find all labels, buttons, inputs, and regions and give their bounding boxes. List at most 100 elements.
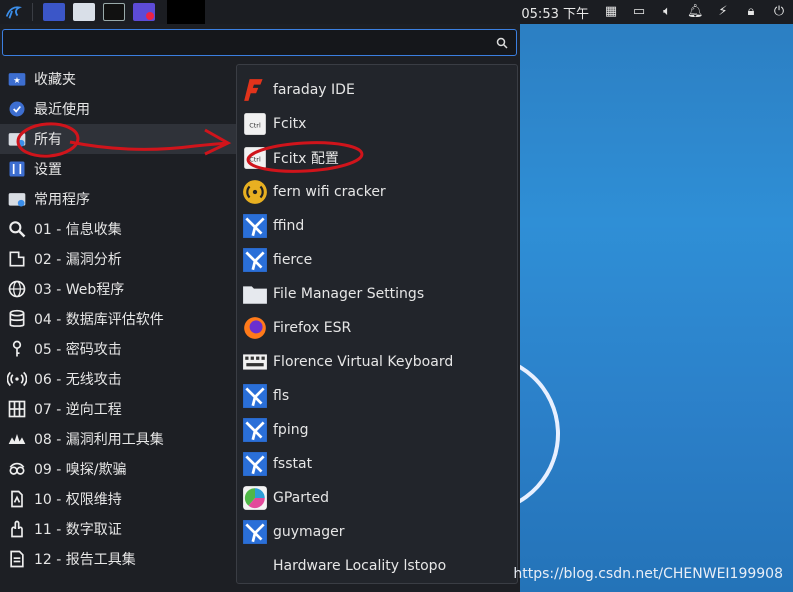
kali-logo-arc (520, 331, 583, 537)
search-bar (0, 24, 520, 64)
app-label: Firefox ESR (273, 320, 352, 336)
wireless-icon (6, 368, 28, 390)
category-label: 08 - 漏洞利用工具集 (34, 432, 164, 448)
category-item[interactable]: 设置 (0, 154, 236, 184)
star-folder-icon: ★ (6, 68, 28, 90)
key-icon (6, 338, 28, 360)
app-label: Hardware Locality lstopo (273, 558, 447, 574)
app-item[interactable]: File Manager Settings (237, 277, 517, 311)
category-item[interactable]: 11 - 数字取证 (0, 514, 236, 544)
file-manager-icon[interactable] (73, 3, 95, 21)
category-label: 03 - Web程序 (34, 282, 125, 298)
search-input[interactable] (2, 29, 517, 56)
clock[interactable]: 05:53 下午 (521, 3, 589, 22)
display-icon[interactable]: ▭ (631, 5, 647, 19)
app-label: GParted (273, 490, 329, 506)
app-label: faraday IDE (273, 82, 355, 98)
app-item[interactable]: fping (237, 413, 517, 447)
web-icon (6, 278, 28, 300)
category-item[interactable]: 01 - 信息收集 (0, 214, 236, 244)
category-item[interactable]: 所有 (0, 124, 236, 154)
app-label: Fcitx 配置 (273, 151, 339, 167)
faraday-icon (241, 76, 269, 104)
svg-text:Ctrl: Ctrl (249, 155, 261, 163)
category-label: 07 - 逆向工程 (34, 402, 122, 418)
category-label: 所有 (34, 132, 62, 148)
category-item[interactable]: 10 - 权限维持 (0, 484, 236, 514)
category-label: 12 - 报告工具集 (34, 552, 136, 568)
category-item[interactable]: ★ 收藏夹 (0, 64, 236, 94)
kali-tool-icon (241, 518, 269, 546)
desktop-background (520, 24, 793, 592)
lock-icon[interactable]: 🔒︎ (743, 5, 759, 19)
update-icon[interactable]: ⚡︎ (715, 5, 731, 19)
report-icon (6, 548, 28, 570)
screen-recorder-icon[interactable] (133, 3, 155, 21)
kali-tool-icon (241, 382, 269, 410)
category-label: 05 - 密码攻击 (34, 342, 122, 358)
forensics-icon (6, 518, 28, 540)
app-item[interactable]: GParted (237, 481, 517, 515)
all-folder-icon (6, 128, 28, 150)
app-item[interactable]: fsstat (237, 447, 517, 481)
category-item[interactable]: 最近使用 (0, 94, 236, 124)
category-item[interactable]: 09 - 嗅探/欺骗 (0, 454, 236, 484)
category-item[interactable]: 12 - 报告工具集 (0, 544, 236, 574)
search-icon[interactable] (496, 37, 508, 49)
category-item[interactable]: 06 - 无线攻击 (0, 364, 236, 394)
gparted-icon (241, 484, 269, 512)
app-item[interactable]: fls (237, 379, 517, 413)
category-item[interactable]: 08 - 漏洞利用工具集 (0, 424, 236, 454)
app-item[interactable]: Ctrl Fcitx (237, 107, 517, 141)
svg-text:★: ★ (13, 75, 20, 85)
app-label: fierce (273, 252, 313, 268)
category-item[interactable]: 02 - 漏洞分析 (0, 244, 236, 274)
category-label: 最近使用 (34, 102, 90, 118)
category-item[interactable]: 05 - 密码攻击 (0, 334, 236, 364)
reverse-eng-icon (6, 398, 28, 420)
magnifier-icon (6, 218, 28, 240)
active-window-button[interactable] (167, 0, 205, 24)
recent-icon (6, 98, 28, 120)
category-label: 收藏夹 (34, 72, 76, 88)
app-label: ffind (273, 218, 305, 234)
app-item[interactable]: fern wifi cracker (237, 175, 517, 209)
app-item[interactable]: Ctrl Fcitx 配置 (237, 141, 517, 175)
category-label: 02 - 漏洞分析 (34, 252, 122, 268)
settings-icon (6, 158, 28, 180)
watermark: https://blog.csdn.net/CHENWEI199908 (513, 566, 783, 582)
category-list: ★ 收藏夹最近使用所有设置常用程序 01 - 信息收集 02 - 漏洞分析 03 - W… (0, 64, 236, 574)
category-item[interactable]: 03 - Web程序 (0, 274, 236, 304)
kali-dragon-icon[interactable] (0, 0, 26, 24)
category-item[interactable]: 常用程序 (0, 184, 236, 214)
app-item[interactable]: Firefox ESR (237, 311, 517, 345)
category-label: 常用程序 (34, 192, 90, 208)
app-item[interactable]: Hardware Locality lstopo (237, 549, 517, 583)
category-item[interactable]: 04 - 数据库评估软件 (0, 304, 236, 334)
files-icon[interactable] (43, 3, 65, 21)
notification-icon[interactable]: 🔔︎ (687, 5, 704, 19)
logout-icon[interactable]: ⏻ (771, 5, 787, 19)
category-label: 06 - 无线攻击 (34, 372, 122, 388)
app-item[interactable]: guymager (237, 515, 517, 549)
app-label: fsstat (273, 456, 313, 472)
app-item[interactable]: faraday IDE (237, 73, 517, 107)
app-item[interactable]: fierce (237, 243, 517, 277)
app-label: Florence Virtual Keyboard (273, 354, 454, 370)
app-item[interactable]: ffind (237, 209, 517, 243)
kali-tool-icon (241, 246, 269, 274)
category-item[interactable]: 07 - 逆向工程 (0, 394, 236, 424)
terminal-icon[interactable] (103, 3, 125, 21)
app-icon (241, 552, 269, 580)
kali-tool-icon (241, 212, 269, 240)
app-item[interactable]: Florence Virtual Keyboard (237, 345, 517, 379)
keyboard-icon[interactable]: ▦ (603, 5, 619, 19)
app-label: fern wifi cracker (273, 184, 386, 200)
database-icon (6, 308, 28, 330)
category-label: 04 - 数据库评估软件 (34, 312, 164, 328)
category-label: 11 - 数字取证 (34, 522, 122, 538)
common-apps-icon (6, 188, 28, 210)
fern-wifi-icon (241, 178, 269, 206)
volume-icon[interactable]: 🔈︎ (659, 5, 675, 19)
folder-icon (241, 280, 269, 308)
